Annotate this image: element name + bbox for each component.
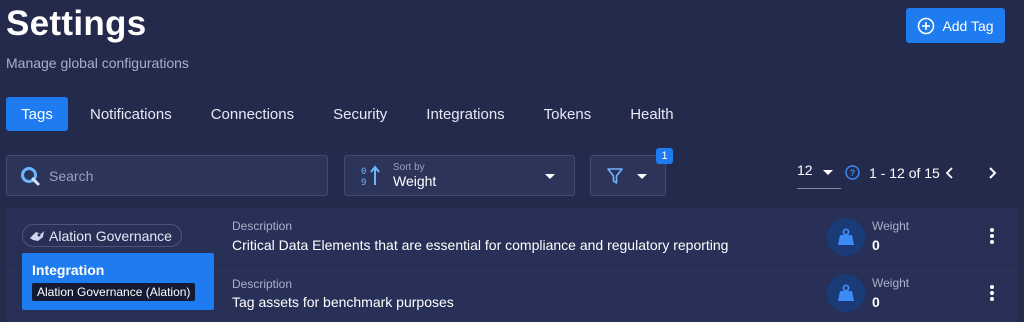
- description-text: Critical Data Elements that are essentia…: [232, 237, 729, 253]
- page-size-select[interactable]: 12: [797, 162, 841, 189]
- description-caption: Description: [232, 277, 293, 291]
- svg-text:9: 9: [361, 178, 366, 187]
- chevron-right-icon[interactable]: [984, 165, 1000, 181]
- weight-value: 0: [872, 237, 880, 253]
- weight-caption: Weight: [872, 219, 910, 233]
- weight-icon-circle: [827, 218, 865, 256]
- kebab-icon: [988, 285, 996, 301]
- search-input[interactable]: [49, 167, 309, 184]
- alation-logo-icon: [30, 230, 44, 241]
- chevron-left-icon[interactable]: [942, 165, 958, 181]
- chevron-down-icon: [545, 174, 555, 179]
- sort-numeric-icon: 0 9: [361, 164, 380, 187]
- svg-text:?: ?: [850, 168, 856, 178]
- weight-caption: Weight: [872, 276, 910, 290]
- settings-tabs: Tags Notifications Connections Security …: [6, 97, 696, 131]
- sort-by-select[interactable]: 0 9 Sort by Weight: [344, 155, 575, 196]
- weight-icon-circle: [827, 274, 865, 312]
- description-text: Tag assets for benchmark purposes: [232, 294, 454, 310]
- kebab-icon: [988, 228, 996, 244]
- integration-popup-title: Integration: [32, 262, 105, 278]
- description-caption: Description: [232, 219, 293, 233]
- tag-source-label: Alation Governance: [49, 227, 172, 244]
- filter-button[interactable]: [590, 155, 666, 196]
- tab-health[interactable]: Health: [613, 97, 690, 131]
- row-menu-button[interactable]: [988, 285, 996, 303]
- row-menu-button[interactable]: [988, 228, 996, 246]
- search-box: [6, 155, 328, 196]
- page-title: Settings: [6, 4, 147, 43]
- help-icon[interactable]: ?: [845, 165, 860, 180]
- search-icon: [21, 166, 40, 185]
- tab-integrations[interactable]: Integrations: [409, 97, 521, 131]
- tab-notifications[interactable]: Notifications: [73, 97, 189, 131]
- filter-count-badge: 1: [656, 148, 673, 164]
- add-tag-button[interactable]: Add Tag: [906, 8, 1005, 43]
- weight-icon: [838, 284, 854, 301]
- tag-source-pill[interactable]: Alation Governance: [22, 224, 182, 247]
- sort-by-value: Weight: [393, 172, 437, 189]
- weight-value: 0: [872, 294, 880, 310]
- page-size-value: 12: [797, 162, 813, 178]
- svg-text:0: 0: [361, 167, 366, 177]
- tab-tags[interactable]: Tags: [6, 97, 68, 131]
- page-subtitle: Manage global configurations: [6, 55, 189, 71]
- filter-icon: [607, 168, 623, 184]
- weight-icon: [838, 228, 854, 245]
- integration-popup-value: Alation Governance (Alation): [32, 283, 196, 301]
- tab-connections[interactable]: Connections: [194, 97, 311, 131]
- add-tag-label: Add Tag: [942, 17, 994, 34]
- integration-popup: Integration Alation Governance (Alation): [22, 253, 214, 310]
- tab-tokens[interactable]: Tokens: [527, 97, 609, 131]
- chevron-down-icon: [637, 174, 647, 179]
- sort-by-caption: Sort by: [393, 161, 425, 173]
- tab-security[interactable]: Security: [316, 97, 404, 131]
- plus-circle-icon: [918, 17, 935, 34]
- chevron-down-icon: [823, 170, 833, 175]
- pagination-range: 1 - 12 of 15: [869, 165, 940, 181]
